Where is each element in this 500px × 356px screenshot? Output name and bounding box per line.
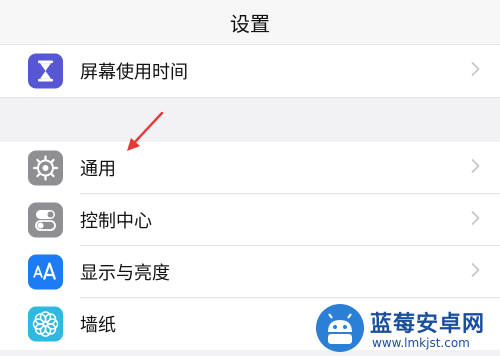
android-robot-icon (316, 304, 364, 352)
watermark-url: www.lmkjst.com (372, 336, 470, 350)
watermark: 蓝莓安卓网 www.lmkjst.com (310, 300, 500, 356)
watermark-name: 蓝莓安卓网 (370, 312, 486, 337)
